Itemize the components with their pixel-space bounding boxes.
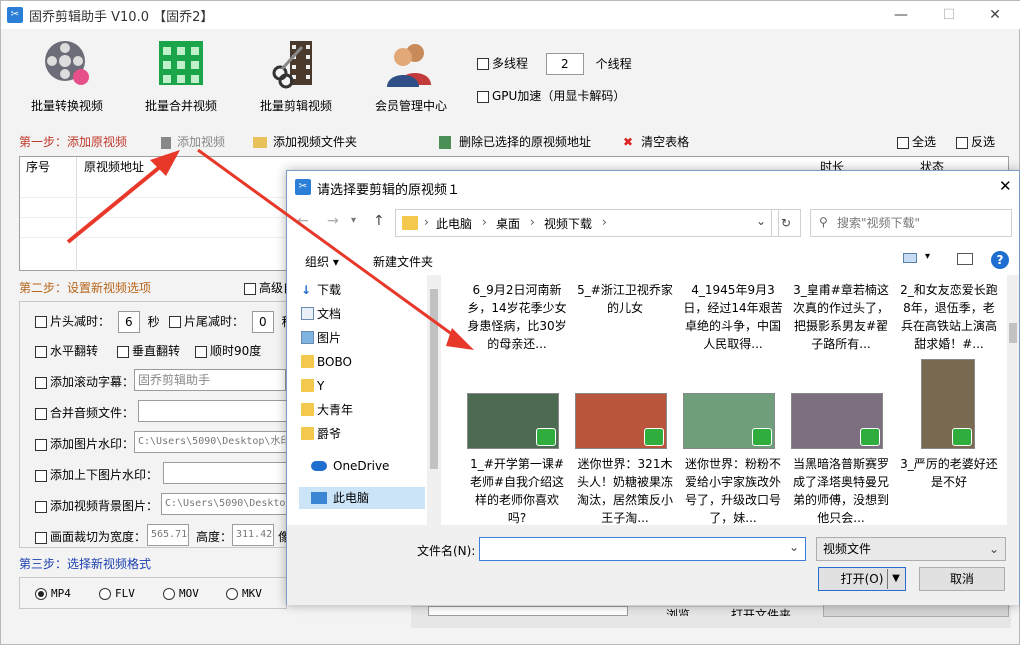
annotation-arrow-line bbox=[66, 160, 168, 244]
annotation-arrow-line bbox=[197, 148, 461, 342]
annotation-arrows bbox=[66, 148, 474, 350]
